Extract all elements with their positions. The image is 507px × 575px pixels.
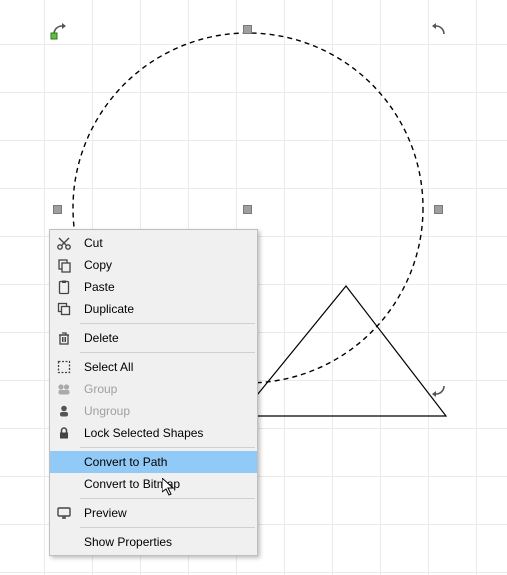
select-all-icon <box>55 358 73 376</box>
clipboard-icon <box>55 278 73 296</box>
center-handle[interactable] <box>243 205 252 214</box>
menu-item-label: Paste <box>84 280 115 294</box>
menu-item-lock-selected-shapes[interactable]: Lock Selected Shapes <box>50 422 257 444</box>
menu-item-label: Convert to Path <box>84 455 167 469</box>
menu-item-paste[interactable]: Paste <box>50 276 257 298</box>
menu-item-preview[interactable]: Preview <box>50 502 257 524</box>
menu-item-label: Preview <box>84 506 127 520</box>
menu-item-cut[interactable]: Cut <box>50 232 257 254</box>
lock-icon <box>55 424 73 442</box>
menu-item-label: Show Properties <box>84 535 172 549</box>
menu-item-convert-to-bitmap[interactable]: Convert to Bitmap <box>50 473 257 495</box>
menu-separator <box>80 447 255 448</box>
drawing-canvas[interactable]: Cut Copy Paste Duplicate Delete Select All Gro… <box>0 0 507 575</box>
menu-item-select-all[interactable]: Select All <box>50 356 257 378</box>
rotate-handle-bottom-right[interactable] <box>430 380 450 400</box>
menu-separator <box>80 323 255 324</box>
menu-item-delete[interactable]: Delete <box>50 327 257 349</box>
context-menu: Cut Copy Paste Duplicate Delete Select All Gro… <box>49 229 258 556</box>
menu-separator <box>80 498 255 499</box>
menu-item-label: Lock Selected Shapes <box>84 426 203 440</box>
monitor-icon <box>55 504 73 522</box>
menu-item-ungroup: Ungroup <box>50 400 257 422</box>
menu-item-copy[interactable]: Copy <box>50 254 257 276</box>
menu-item-label: Group <box>84 382 117 396</box>
rotate-handle-top-left[interactable] <box>48 20 68 40</box>
menu-item-label: Select All <box>84 360 133 374</box>
menu-item-label: Copy <box>84 258 112 272</box>
menu-item-label: Ungroup <box>84 404 130 418</box>
ungroup-icon <box>55 402 73 420</box>
resize-handle-top[interactable] <box>243 25 252 34</box>
copy-icon <box>55 256 73 274</box>
rotate-handle-top-right[interactable] <box>430 20 450 40</box>
resize-handle-left[interactable] <box>53 205 62 214</box>
menu-separator <box>80 527 255 528</box>
duplicate-icon <box>55 300 73 318</box>
menu-item-duplicate[interactable]: Duplicate <box>50 298 257 320</box>
menu-item-label: Convert to Bitmap <box>84 477 180 491</box>
menu-item-convert-to-path[interactable]: Convert to Path <box>50 451 257 473</box>
trash-icon <box>55 329 73 347</box>
group-icon <box>55 380 73 398</box>
scissors-icon <box>55 234 73 252</box>
menu-item-label: Cut <box>84 236 103 250</box>
menu-item-label: Delete <box>84 331 119 345</box>
triangle-shape[interactable] <box>240 286 446 416</box>
menu-separator <box>80 352 255 353</box>
menu-item-label: Duplicate <box>84 302 134 316</box>
menu-item-show-properties[interactable]: Show Properties <box>50 531 257 553</box>
menu-item-group: Group <box>50 378 257 400</box>
resize-handle-right[interactable] <box>434 205 443 214</box>
